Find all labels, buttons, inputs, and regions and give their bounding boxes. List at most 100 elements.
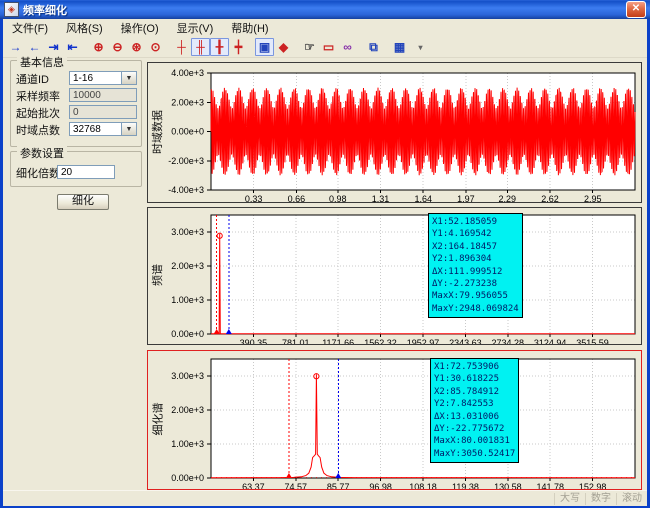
cursor-info-box: X1:72.753906Y1:30.618225X2:85.784912Y2:7… (430, 358, 519, 463)
app-window: ◈ 频率细化 ✕ 文件(F)风格(S)操作(O)显示(V)帮助(H) →←⇥⇤⊕… (0, 0, 650, 508)
basic-info-group: 基本信息 通道ID1-16▼采样频率10000起始批次0时域点数32768▼ (10, 60, 142, 147)
info-line: X1:52.185059 (432, 216, 519, 228)
toolbar-separator (165, 38, 172, 56)
svg-text:3.00e+3: 3.00e+3 (171, 227, 204, 237)
menu-help[interactable]: 帮助(H) (222, 18, 277, 38)
channel-id-value: 1-16 (70, 73, 121, 84)
channel-id-dropdown[interactable]: 1-16▼ (69, 71, 137, 85)
svg-text:2.00e+3: 2.00e+3 (171, 97, 204, 107)
status-bar: 大写数字滚动 (3, 490, 647, 506)
toolbar: →←⇥⇤⊕⊖⊛⊙┼╫╂┿▣◆☞▭∞⧉▦▾ (3, 37, 647, 58)
svg-text:141.78: 141.78 (536, 482, 564, 489)
chart-panel-time-domain: 0.330.660.981.311.641.972.292.622.954.00… (147, 62, 642, 203)
svg-text:2.00e+3: 2.00e+3 (171, 261, 204, 271)
time-points-value: 32768 (70, 124, 121, 135)
link-cursors-icon[interactable]: ∞ (338, 38, 357, 56)
svg-text:1.00e+3: 1.00e+3 (171, 295, 204, 305)
svg-text:4.00e+3: 4.00e+3 (171, 68, 204, 78)
y-axis-label-text: 频谱 (149, 264, 165, 286)
zoom-factor-field[interactable]: 20 (57, 165, 115, 179)
chart-panel-zoom-spectrum: 63.3774.5785.7796.98108.18119.38130.5814… (147, 350, 642, 490)
pan-hand-icon[interactable]: ☞ (300, 38, 319, 56)
svg-text:1171.66: 1171.66 (322, 338, 354, 344)
status-indicator: 大写 (554, 493, 585, 505)
toolbar-overflow-icon[interactable]: ▾ (411, 38, 430, 56)
svg-text:0.00e+0: 0.00e+0 (171, 473, 204, 483)
time-points-label: 时域点数 (16, 123, 60, 137)
status-indicator: 滚动 (616, 493, 647, 505)
close-icon[interactable]: ✕ (626, 1, 646, 18)
svg-text:2734.28: 2734.28 (491, 338, 524, 344)
app-icon: ◈ (4, 2, 19, 17)
toolbar-separator (383, 38, 390, 56)
svg-text:781.01: 781.01 (282, 338, 310, 344)
menu-style[interactable]: 风格(S) (57, 18, 112, 38)
menu-operate[interactable]: 操作(O) (112, 18, 168, 38)
svg-text:1.64: 1.64 (414, 194, 432, 202)
svg-text:63.37: 63.37 (242, 482, 265, 489)
param-settings-group: 参数设置 细化倍数20 (10, 151, 142, 187)
zoom-reset-icon[interactable]: ⊙ (146, 38, 165, 56)
chart-panel-spectrum: 390.35781.011171.661562.321952.972343.63… (147, 207, 642, 345)
sample-rate-value: 10000 (70, 90, 136, 101)
menu-bar: 文件(F)风格(S)操作(O)显示(V)帮助(H) (3, 19, 647, 38)
copy-view-icon[interactable]: ⧉ (364, 38, 383, 56)
svg-text:390.35: 390.35 (240, 338, 268, 344)
info-line: Y2:1.896304 (432, 253, 519, 265)
chart-svg-spectrum: 390.35781.011171.661562.321952.972343.63… (148, 208, 641, 344)
y-axis-label-spectrum: 频谱 (149, 245, 165, 305)
cursor-peak-icon[interactable]: ╂ (210, 38, 229, 56)
chart-svg-zoom-spectrum: 63.3774.5785.7796.98108.18119.38130.5814… (148, 351, 641, 489)
sample-rate-field: 10000 (69, 88, 137, 102)
svg-text:1.97: 1.97 (457, 194, 475, 202)
menu-display[interactable]: 显示(V) (168, 18, 223, 38)
info-line: X1:72.753906 (434, 361, 515, 373)
svg-text:-2.00e+3: -2.00e+3 (168, 156, 204, 166)
cursor-info-box: X1:52.185059Y1:4.169542X2:164.18457Y2:1.… (428, 213, 523, 318)
info-line: Y1:30.618225 (434, 373, 515, 385)
start-batch-label: 起始批次 (16, 106, 60, 120)
cursor-double-icon[interactable]: ╫ (191, 38, 210, 56)
info-line: MaxX:80.001831 (434, 435, 515, 447)
svg-text:85.77: 85.77 (327, 482, 350, 489)
toolbar-separator (82, 38, 89, 56)
marker-diamond-icon[interactable]: ◆ (274, 38, 293, 56)
menu-file[interactable]: 文件(F) (3, 18, 57, 38)
svg-text:2343.63: 2343.63 (449, 338, 482, 344)
svg-text:3515.59: 3515.59 (576, 338, 609, 344)
zoom-in-icon[interactable]: ⊕ (89, 38, 108, 56)
report-grid-icon[interactable]: ▦ (390, 38, 409, 56)
zoom-out-icon[interactable]: ⊖ (108, 38, 127, 56)
time-points-dropdown[interactable]: 32768▼ (69, 122, 137, 136)
svg-text:2.29: 2.29 (499, 194, 517, 202)
status-indicator: 数字 (585, 493, 616, 505)
channel-id-label: 通道ID (16, 72, 49, 86)
svg-text:74.57: 74.57 (285, 482, 308, 489)
y-axis-label-text: 时域数据 (149, 110, 165, 154)
zoom-x-icon[interactable]: ⊛ (127, 38, 146, 56)
box-zoom-icon[interactable]: ▣ (255, 38, 274, 56)
chevron-down-icon[interactable]: ▼ (121, 72, 136, 84)
select-region-icon[interactable]: ▭ (319, 38, 338, 56)
info-line: ΔX:13.031006 (434, 411, 515, 423)
zoom-factor-value: 20 (58, 167, 114, 178)
refine-button[interactable]: 细化 (57, 194, 109, 210)
y-axis-label-zoom-spectrum: 细化谱 (149, 389, 165, 449)
svg-text:0.00e+0: 0.00e+0 (171, 329, 204, 339)
sample-rate-label: 采样频率 (16, 89, 60, 103)
svg-text:108.18: 108.18 (409, 482, 437, 489)
svg-text:0.33: 0.33 (245, 194, 263, 202)
svg-text:152.98: 152.98 (579, 482, 607, 489)
y-axis-label-text: 细化谱 (149, 402, 165, 435)
info-line: MaxY:2948.069824 (432, 303, 519, 315)
info-line: X2:85.784912 (434, 386, 515, 398)
svg-text:0.98: 0.98 (329, 194, 347, 202)
cursor-diff-icon[interactable]: ┿ (229, 38, 248, 56)
svg-text:-4.00e+3: -4.00e+3 (168, 185, 204, 195)
svg-text:0.00e+0: 0.00e+0 (171, 127, 204, 137)
title-bar[interactable]: ◈ 频率细化 ✕ (0, 0, 650, 19)
start-batch-value: 0 (70, 107, 136, 118)
svg-text:3.00e+3: 3.00e+3 (171, 371, 204, 381)
chevron-down-icon[interactable]: ▼ (121, 123, 136, 135)
cursor-single-icon[interactable]: ┼ (172, 38, 191, 56)
